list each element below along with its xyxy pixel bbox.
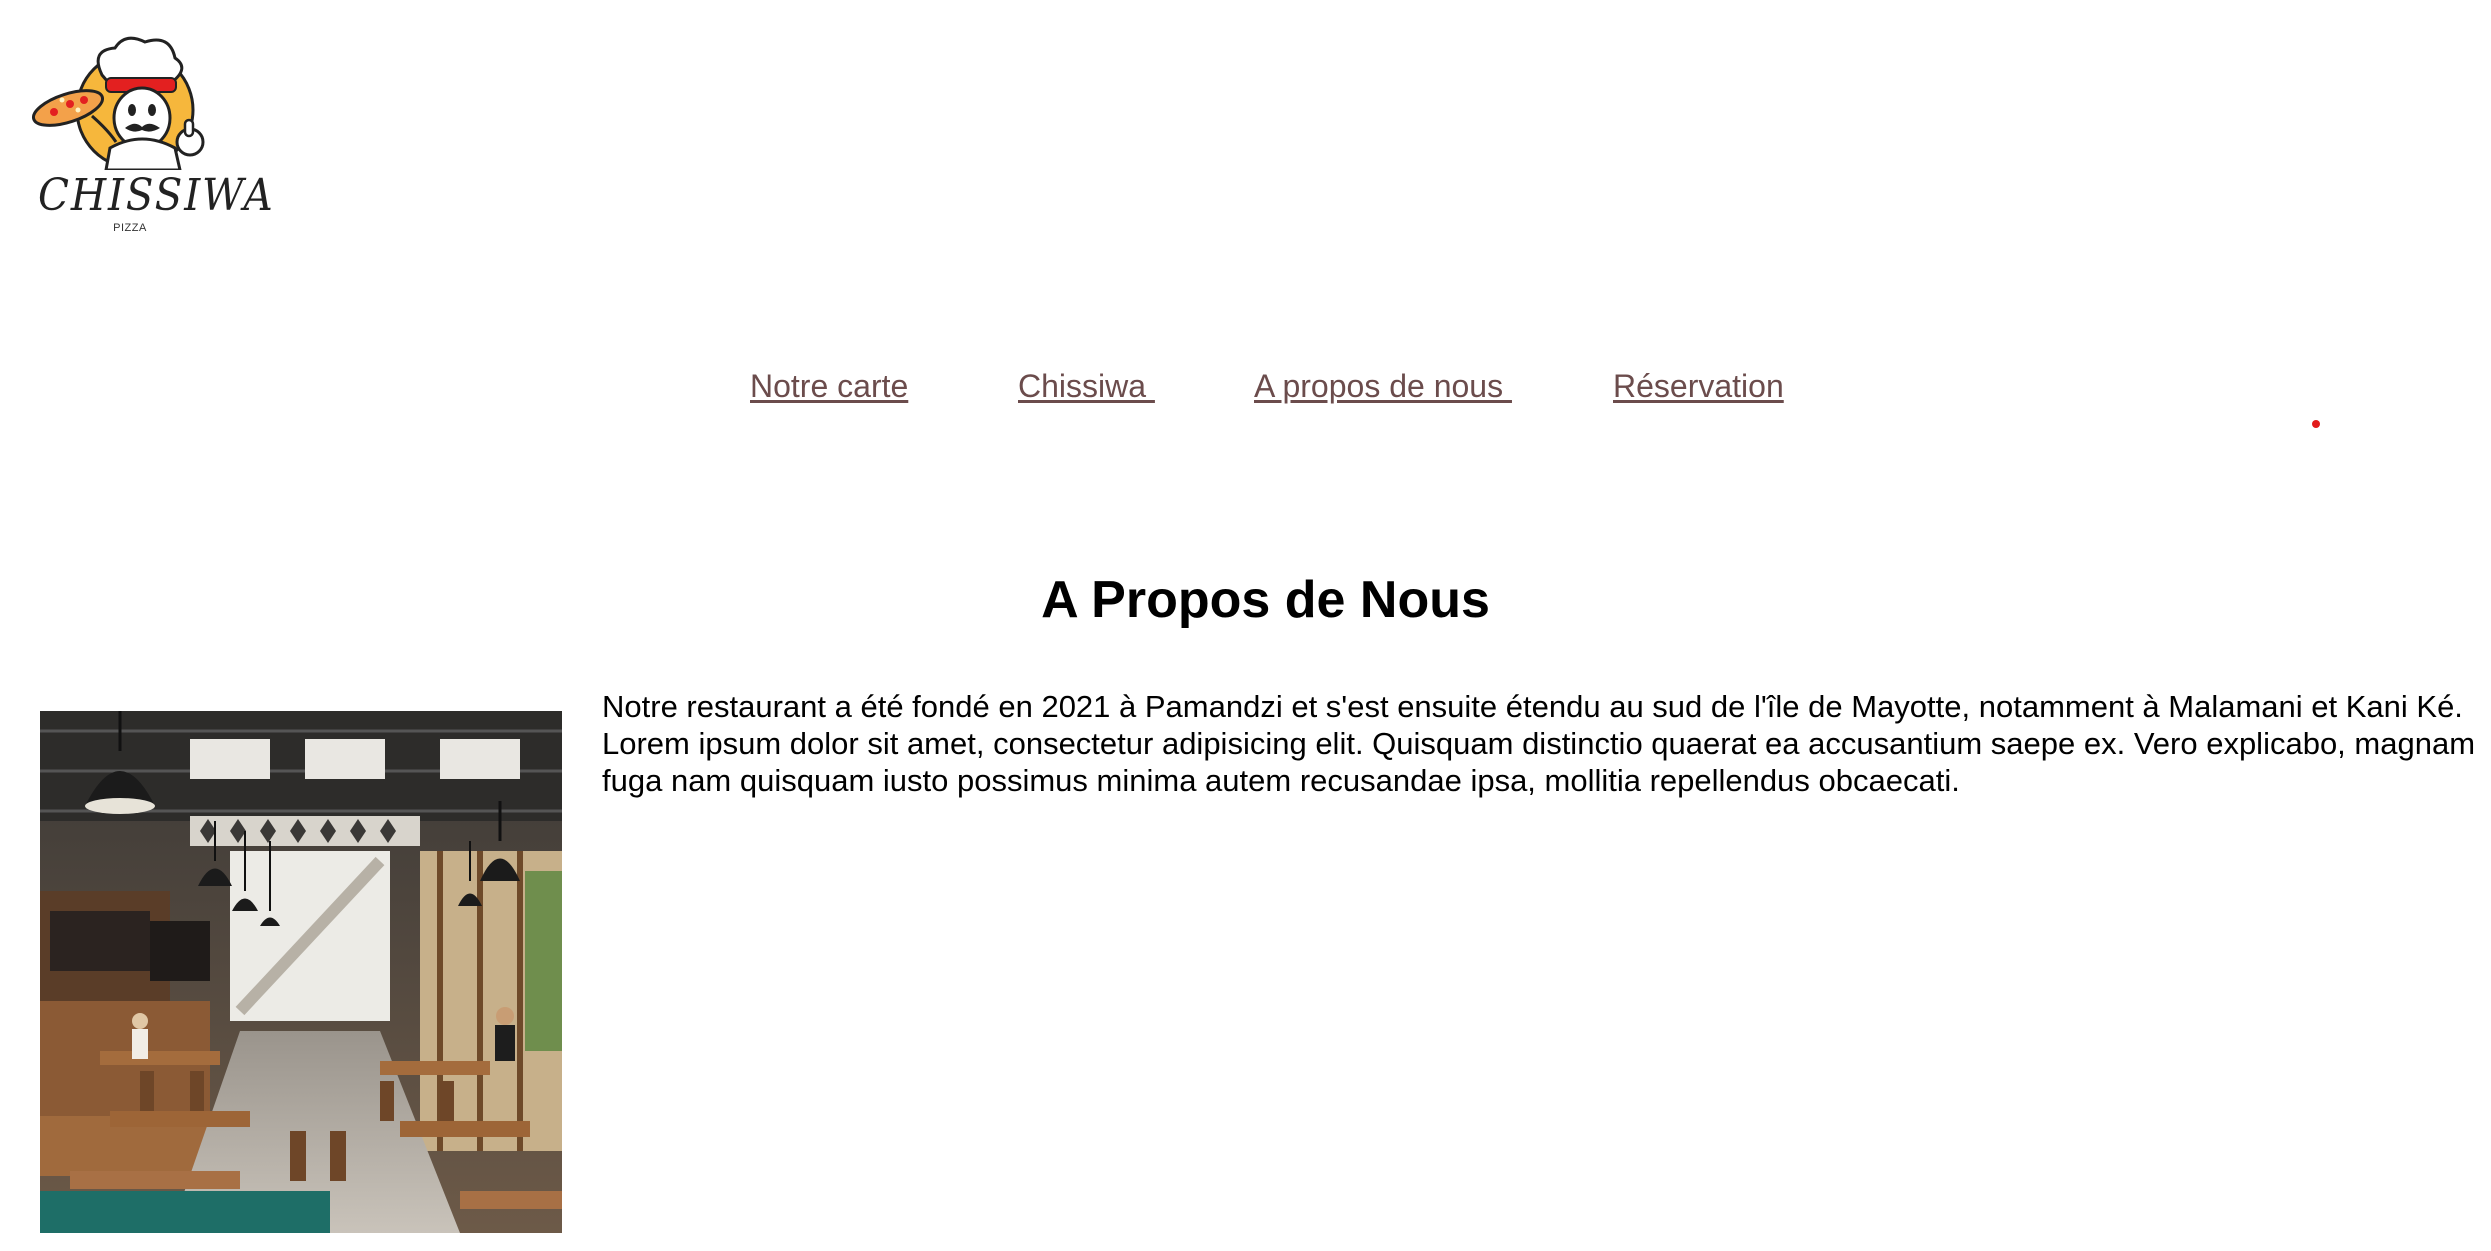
red-dot-marker	[2312, 420, 2320, 428]
about-paragraph-lorem: Lorem ipsum dolor sit amet, consectetur …	[602, 726, 2476, 798]
nav-link-chissiwa[interactable]: Chissiwa	[1018, 368, 1155, 405]
about-paragraph-history: Notre restaurant a été fondé en 2021 à P…	[602, 689, 2463, 724]
brand-name: CHISSIWA	[38, 170, 275, 221]
nav-link-notre-carte[interactable]: Notre carte	[750, 368, 908, 405]
brand-logo[interactable]: CHISSIWA PIZZA	[30, 30, 275, 240]
main-navigation: Notre carte Chissiwa A propos de nous Ré…	[0, 368, 2491, 408]
restaurant-interior-photo	[40, 711, 562, 1233]
about-title: A Propos de Nous	[1041, 571, 1490, 629]
nav-link-a-propos[interactable]: A propos de nous	[1254, 368, 1512, 405]
chef-pizza-mascot-icon	[31, 36, 205, 170]
about-text: Notre restaurant a été fondé en 2021 à P…	[602, 688, 2482, 799]
brand-subtitle: PIZZA	[113, 222, 147, 234]
nav-link-reservation[interactable]: Réservation	[1613, 368, 1784, 405]
